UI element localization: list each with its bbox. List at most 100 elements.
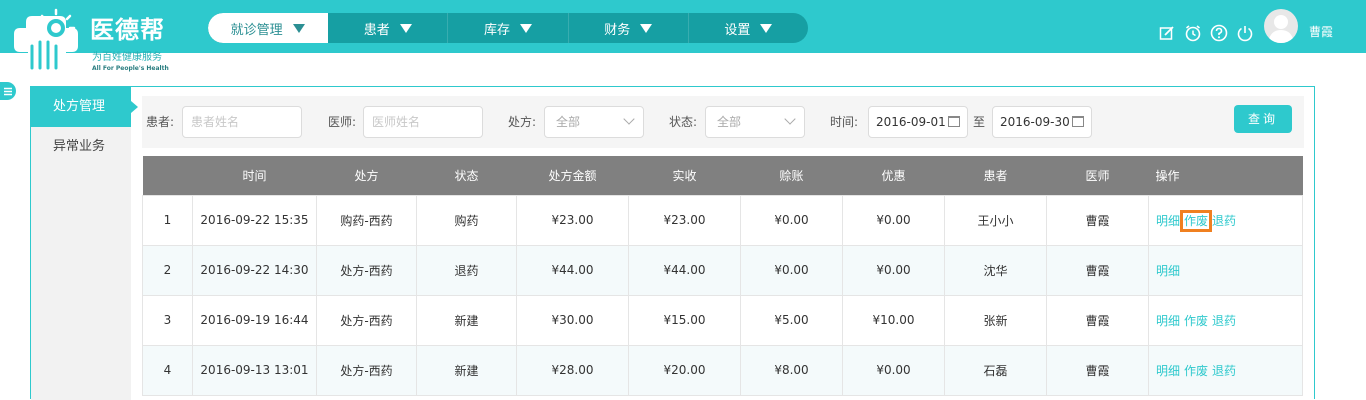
date-range-separator: 至 [973, 115, 986, 129]
nav-item-visit-management[interactable]: 就诊管理 [208, 13, 329, 43]
col-header-prescription: 处方 [316, 156, 417, 195]
cell-status: 退药 [416, 244, 517, 296]
cell-received: ¥15.00 [628, 294, 741, 346]
brand-name: 医德帮 [90, 16, 165, 44]
prescription-label: 处方: [508, 115, 537, 129]
cell-credit: ¥0.00 [740, 194, 843, 246]
return-drug-link[interactable]: 退药 [1212, 364, 1236, 378]
detail-link[interactable]: 明细 [1156, 314, 1180, 328]
side-menu: 处方管理 异常业务 [31, 87, 138, 400]
calendar-icon [1072, 116, 1084, 127]
table-row: 2 2016-09-22 14:30 处方-西药 退药 ¥44.00 ¥44.0… [142, 244, 1303, 296]
date-from-value: 2016-09-01 [876, 115, 946, 129]
power-icon[interactable] [1236, 24, 1254, 42]
cell-status: 新建 [416, 344, 517, 396]
col-header-doctor: 医师 [1046, 156, 1149, 195]
main-nav: 就诊管理 患者 库存 财务 设置 [208, 13, 808, 43]
col-header-index [142, 156, 193, 195]
prescription-select[interactable]: 全部 [544, 106, 644, 138]
cell-received: ¥23.00 [628, 194, 741, 246]
top-header: 医德帮 就诊管理 患者 库存 财务 设置 曹霞 [0, 0, 1366, 74]
status-label: 状态: [669, 115, 698, 129]
col-header-credit: 赊账 [740, 156, 843, 195]
void-link[interactable]: 作废 [1184, 314, 1208, 328]
nav-item-settings[interactable]: 设置 [689, 13, 808, 43]
cell-patient: 张新 [944, 294, 1047, 346]
time-label: 时间: [830, 115, 859, 129]
table-row: 1 2016-09-22 15:35 购药-西药 购药 ¥23.00 ¥23.0… [142, 194, 1303, 246]
edit-icon[interactable] [1158, 24, 1176, 42]
return-drug-link[interactable]: 退药 [1212, 314, 1236, 328]
nav-item-label: 患者 [363, 22, 390, 38]
nav-item-inventory[interactable]: 库存 [448, 13, 569, 43]
username[interactable]: 曹霞 [1309, 24, 1333, 40]
col-header-actions: 操作 [1148, 156, 1303, 195]
nav-item-label: 库存 [484, 22, 511, 38]
cell-prescription: 购药-西药 [316, 194, 417, 246]
detail-link[interactable]: 明细 [1156, 264, 1180, 278]
help-icon[interactable] [1210, 24, 1228, 42]
cell-index: 2 [142, 244, 193, 296]
cell-actions: 明细 作废 退药 [1148, 194, 1303, 246]
filter-bar: 患者: 医师: 处方: 全部 状态: 全部 时间: 2016-09-01 至 2… [142, 96, 1304, 148]
cell-status: 新建 [416, 294, 517, 346]
cell-actions: 明细 作废 退药 [1148, 294, 1303, 346]
side-menu-item-prescription-management[interactable]: 处方管理 [31, 87, 138, 127]
menu-icon [4, 87, 12, 95]
detail-link[interactable]: 明细 [1156, 214, 1180, 228]
cell-doctor: 曹霞 [1046, 194, 1149, 246]
table-row: 3 2016-09-19 16:44 处方-西药 新建 ¥30.00 ¥15.0… [142, 294, 1303, 346]
return-drug-link[interactable]: 退药 [1212, 214, 1236, 228]
cell-status: 购药 [416, 194, 517, 246]
patient-name-input[interactable] [182, 106, 302, 138]
detail-link[interactable]: 明细 [1156, 364, 1180, 378]
col-header-received: 实收 [628, 156, 741, 195]
cell-amount: ¥23.00 [516, 194, 629, 246]
cell-discount: ¥0.00 [842, 244, 945, 296]
void-link[interactable]: 作废 [1184, 364, 1208, 378]
cell-credit: ¥0.00 [740, 244, 843, 296]
nav-item-label: 财务 [604, 22, 631, 38]
caret-down-icon [520, 23, 533, 33]
brand-english: All For People's Health [92, 65, 169, 72]
void-link[interactable]: 作废 [1180, 209, 1213, 232]
brand-subtitle: 为百姓健康服务 [92, 52, 162, 63]
calendar-icon [948, 116, 960, 127]
caret-down-icon [292, 23, 305, 33]
doctor-label: 医师: [328, 115, 357, 129]
chevron-down-icon [784, 113, 796, 125]
status-select[interactable]: 全部 [705, 106, 805, 138]
nav-item-finance[interactable]: 财务 [569, 13, 689, 43]
doctor-name-input[interactable] [363, 106, 483, 138]
cell-doctor: 曹霞 [1046, 294, 1149, 346]
date-from-input[interactable]: 2016-09-01 [868, 106, 968, 138]
sidebar-toggle[interactable] [0, 82, 16, 100]
side-menu-item-exceptions[interactable]: 异常业务 [31, 127, 131, 167]
cell-actions: 明细 作废 退药 [1148, 344, 1303, 396]
status-select-value: 全部 [717, 115, 742, 129]
cell-patient: 沈华 [944, 244, 1047, 296]
cell-index: 1 [142, 194, 193, 246]
caret-down-icon [760, 23, 773, 33]
cell-prescription: 处方-西药 [316, 294, 417, 346]
patient-label: 患者: [146, 115, 175, 129]
prescription-select-value: 全部 [556, 115, 581, 129]
cell-discount: ¥0.00 [842, 194, 945, 246]
date-to-value: 2016-09-30 [1000, 115, 1070, 129]
cell-amount: ¥28.00 [516, 344, 629, 396]
cell-doctor: 曹霞 [1046, 344, 1149, 396]
table-header-row: 时间 处方 状态 处方金额 实收 赊账 优惠 患者 医师 操作 [142, 156, 1303, 195]
cell-discount: ¥0.00 [842, 344, 945, 396]
avatar[interactable] [1264, 9, 1298, 43]
cell-amount: ¥44.00 [516, 244, 629, 296]
header-icon-group [1158, 24, 1262, 42]
cell-time: 2016-09-22 14:30 [192, 244, 317, 296]
cell-time: 2016-09-19 16:44 [192, 294, 317, 346]
date-to-input[interactable]: 2016-09-30 [992, 106, 1092, 138]
query-button[interactable]: 查询 [1234, 105, 1292, 133]
logo-icon [14, 8, 78, 74]
caret-down-icon [399, 23, 412, 33]
clock-icon[interactable] [1184, 24, 1202, 42]
nav-item-patients[interactable]: 患者 [328, 13, 449, 43]
cell-time: 2016-09-22 15:35 [192, 194, 317, 246]
